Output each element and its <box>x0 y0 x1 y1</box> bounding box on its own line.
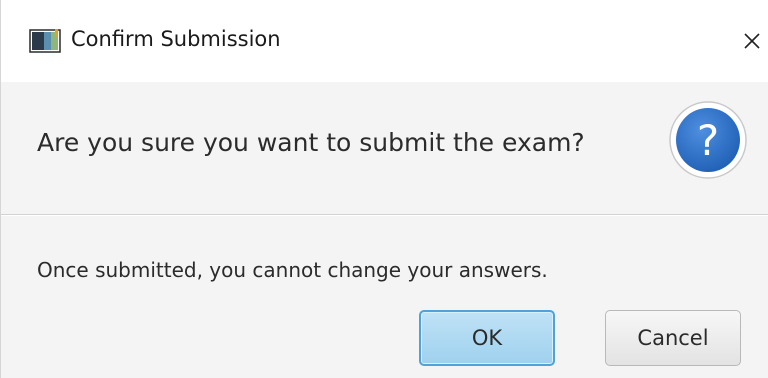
dialog-header: Are you sure you want to submit the exam… <box>1 82 768 215</box>
cancel-button[interactable]: Cancel <box>605 310 741 366</box>
title-bar[interactable]: Confirm Submission <box>1 0 768 82</box>
content-text: Once submitted, you cannot change your a… <box>37 258 548 282</box>
svg-text:?: ? <box>697 116 719 165</box>
ok-button[interactable]: OK <box>419 310 555 366</box>
window-title: Confirm Submission <box>71 27 281 51</box>
confirm-dialog: Confirm Submission Are you sure you want… <box>0 0 768 378</box>
dialog-content: Once submitted, you cannot change your a… <box>1 216 768 378</box>
header-text: Are you sure you want to submit the exam… <box>37 128 585 157</box>
question-icon: ? <box>668 100 748 180</box>
java-app-icon <box>29 29 61 53</box>
close-icon <box>744 33 760 49</box>
close-button[interactable] <box>735 23 768 59</box>
